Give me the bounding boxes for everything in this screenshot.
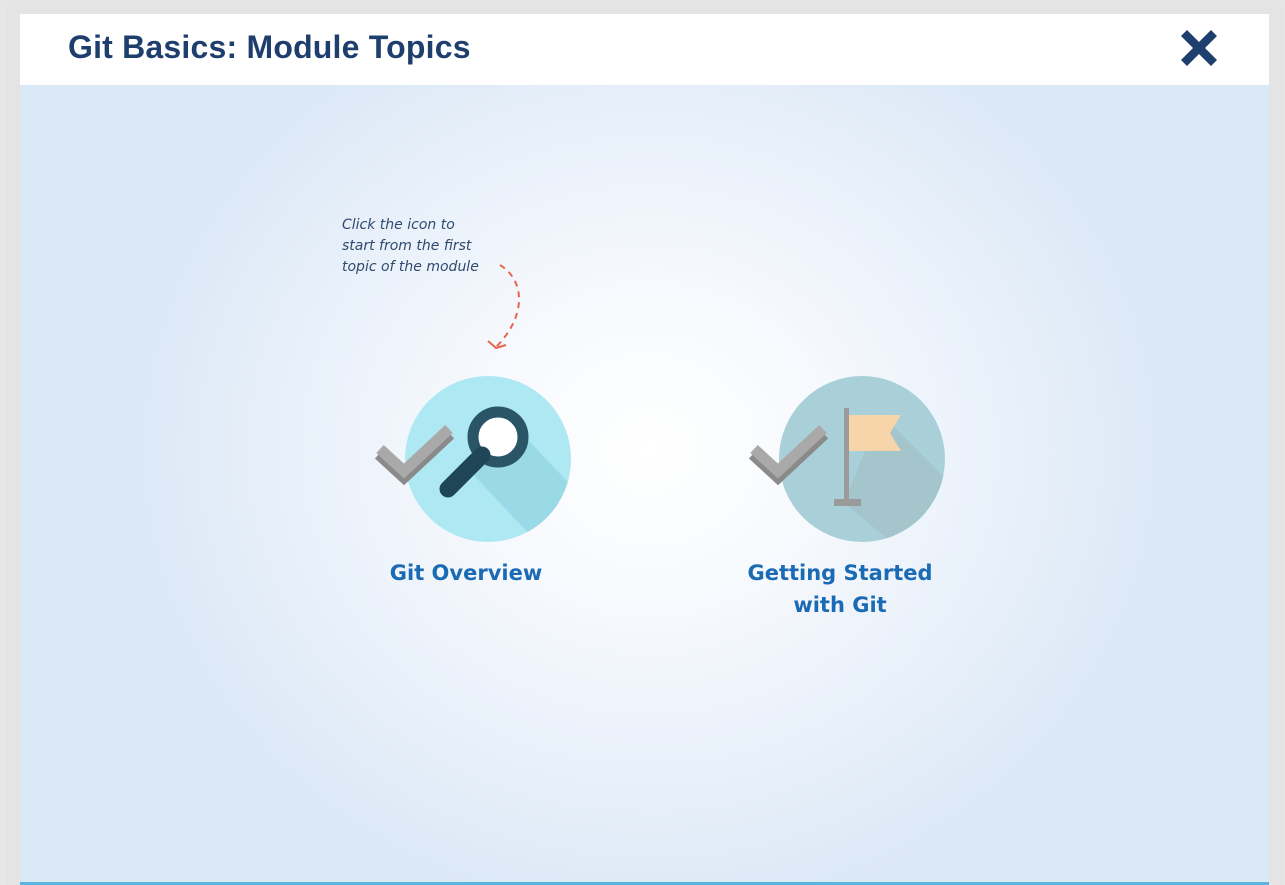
header-bar: Git Basics: Module Topics bbox=[20, 14, 1269, 85]
module-topics-window: Git Basics: Module Topics Click the icon… bbox=[20, 14, 1269, 885]
topic-label-line: Git Overview bbox=[389, 561, 543, 585]
hint-line: Click the icon to bbox=[342, 217, 455, 233]
topics-area: Click the icon to start from the first t… bbox=[20, 85, 1269, 882]
page-title: Git Basics: Module Topics bbox=[68, 29, 471, 65]
topic-icon-button[interactable] bbox=[346, 373, 586, 553]
topic-label[interactable]: Getting Started with Git bbox=[720, 557, 960, 621]
topic-git-overview[interactable]: Git Overview bbox=[346, 373, 586, 589]
topic-label-line: with Git bbox=[793, 593, 887, 617]
dashed-arrow-icon bbox=[487, 264, 520, 350]
topic-icon-button[interactable] bbox=[720, 373, 960, 553]
topic-getting-started[interactable]: Getting Started with Git bbox=[720, 373, 960, 621]
close-icon bbox=[1181, 30, 1217, 66]
hint-line: start from the first bbox=[342, 238, 472, 254]
topic-label-line: Getting Started bbox=[747, 561, 933, 585]
close-button[interactable] bbox=[1176, 25, 1222, 71]
topic-label[interactable]: Git Overview bbox=[346, 557, 586, 589]
